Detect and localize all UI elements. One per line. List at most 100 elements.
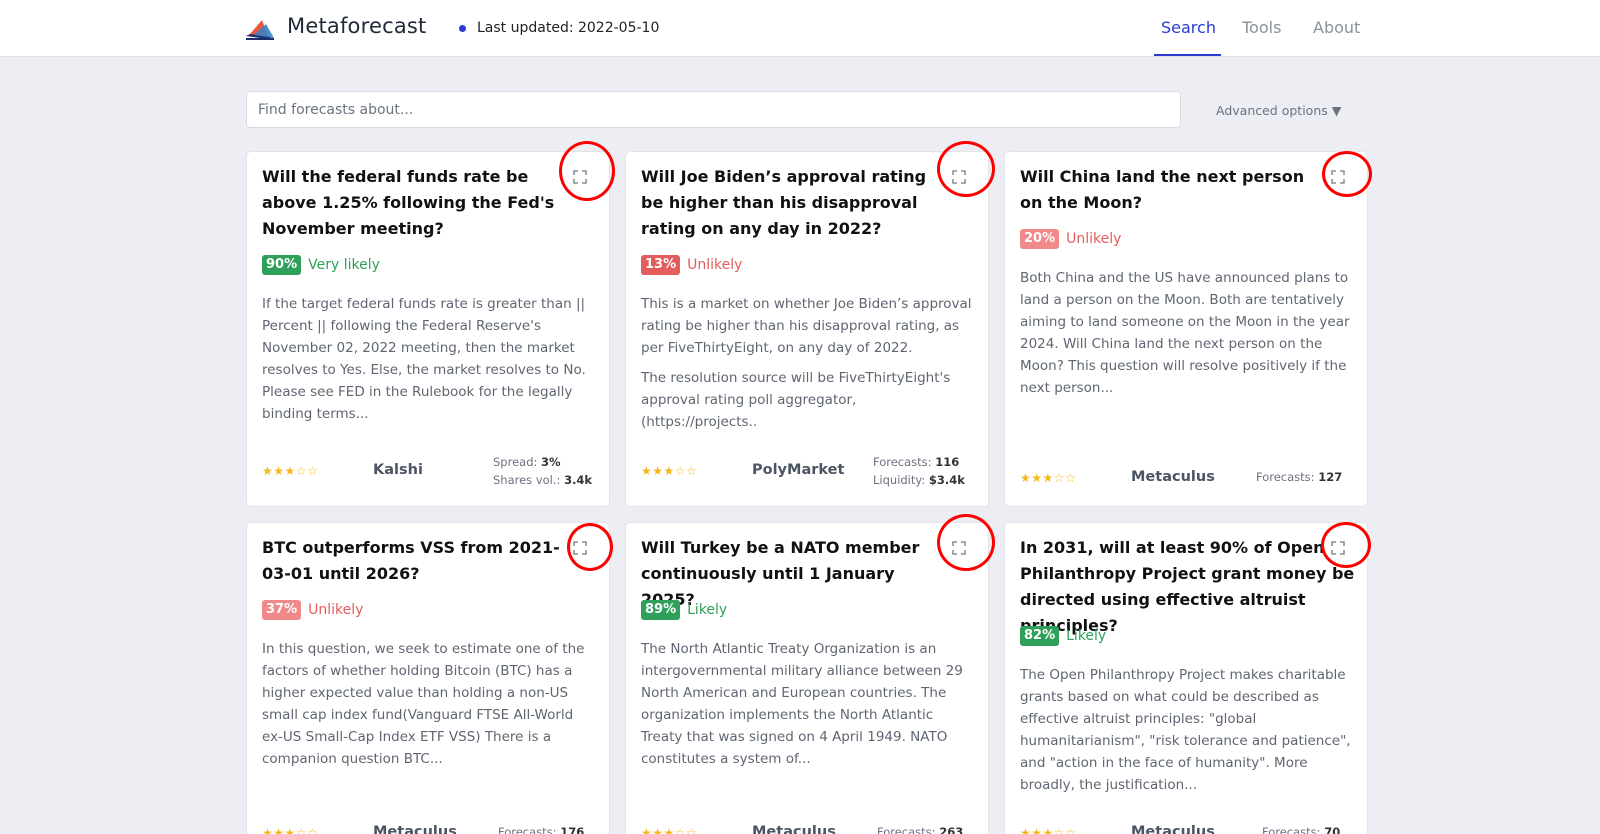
probability-badge: 89% — [641, 600, 681, 620]
stat-value: 70 — [1324, 825, 1341, 834]
search-input[interactable] — [246, 91, 1181, 128]
description-paragraph: If the target federal funds rate is grea… — [262, 296, 586, 422]
nav-tools[interactable]: Tools — [1242, 18, 1281, 37]
forecast-title[interactable]: In 2031, will at least 90% of Open Phila… — [1020, 535, 1360, 639]
status-dot — [459, 25, 466, 32]
stat-line: Liquidity: $3.4k — [873, 471, 965, 489]
likelihood-label: Likely — [1066, 628, 1107, 644]
last-updated-text: Last updated: 2022-05-10 — [477, 20, 660, 36]
probability-badge: 13% — [641, 255, 681, 275]
advanced-options-toggle[interactable]: Advanced options ▼ — [1216, 103, 1341, 118]
stat-label: Forecasts: — [1262, 825, 1325, 834]
expand-icon[interactable] — [952, 170, 966, 184]
forecast-description: The Open Philanthropy Project makes char… — [1020, 664, 1354, 796]
likelihood-label: Unlikely — [308, 602, 364, 618]
probability-badge: 20% — [1020, 229, 1060, 249]
description-paragraph: In this question, we seek to estimate on… — [262, 641, 585, 767]
quality-stars: ★★★☆☆ — [262, 464, 319, 478]
forecast-card[interactable]: Will the federal funds rate be above 1.2… — [246, 151, 610, 507]
metaforecast-logo-icon[interactable] — [244, 16, 276, 42]
expand-icon[interactable] — [573, 170, 587, 184]
stat-label: Shares vol.: — [493, 473, 565, 487]
description-paragraph: Both China and the US have announced pla… — [1020, 270, 1350, 396]
active-nav-indicator — [1154, 54, 1221, 56]
forecast-stats: Forecasts: 116 Liquidity: $3.4k — [873, 453, 965, 489]
forecast-card[interactable]: In 2031, will at least 90% of Open Phila… — [1004, 522, 1368, 834]
platform-name[interactable]: Metaculus — [373, 824, 457, 834]
forecast-card[interactable]: Will China land the next person on the M… — [1004, 151, 1368, 507]
forecast-description: This is a market on whether Joe Biden’s … — [641, 293, 975, 433]
forecast-stats: Forecasts: 176 — [498, 823, 584, 834]
probability-row: 20% Unlikely — [1020, 229, 1121, 249]
platform-name[interactable]: Kalshi — [373, 462, 423, 478]
expand-icon[interactable] — [573, 541, 587, 555]
stat-label: Forecasts: — [877, 825, 940, 834]
likelihood-label: Very likely — [308, 257, 380, 273]
forecast-description: Both China and the US have announced pla… — [1020, 267, 1354, 399]
description-paragraph: The North Atlantic Treaty Organization i… — [641, 641, 963, 767]
forecast-stats: Forecasts: 263 — [877, 823, 963, 834]
quality-stars: ★★★☆☆ — [1020, 471, 1077, 485]
quality-stars: ★★★☆☆ — [262, 826, 319, 834]
expand-icon[interactable] — [1331, 541, 1345, 555]
forecast-stats: Forecasts: 127 — [1256, 468, 1342, 486]
top-navbar: Metaforecast Last updated: 2022-05-10 Se… — [0, 0, 1600, 57]
likelihood-label: Unlikely — [1066, 231, 1122, 247]
nav-about[interactable]: About — [1313, 18, 1360, 37]
stat-label: Spread: — [493, 455, 542, 469]
forecast-title[interactable]: BTC outperforms VSS from 2021-03-01 unti… — [262, 535, 562, 587]
platform-name[interactable]: PolyMarket — [752, 462, 844, 478]
probability-row: 82% Likely — [1020, 626, 1106, 646]
forecast-description: If the target federal funds rate is grea… — [262, 293, 596, 425]
stat-value: 127 — [1318, 470, 1343, 484]
platform-name[interactable]: Metaculus — [1131, 469, 1215, 485]
forecast-title[interactable]: Will China land the next person on the M… — [1020, 164, 1320, 216]
forecast-stats: Spread: 3% Shares vol.: 3.4k — [493, 453, 592, 489]
probability-badge: 82% — [1020, 626, 1060, 646]
stat-line: Shares vol.: 3.4k — [493, 471, 592, 489]
probability-badge: 90% — [262, 255, 302, 275]
forecast-description: The North Atlantic Treaty Organization i… — [641, 638, 975, 770]
probability-row: 37% Unlikely — [262, 600, 363, 620]
quality-stars: ★★★☆☆ — [1020, 826, 1077, 834]
stat-label: Forecasts: — [498, 825, 561, 834]
stat-value: 176 — [560, 825, 585, 834]
stat-value: $3.4k — [928, 473, 965, 487]
probability-row: 90% Very likely — [262, 255, 380, 275]
forecast-card[interactable]: Will Turkey be a NATO member continuousl… — [625, 522, 989, 834]
expand-icon[interactable] — [952, 541, 966, 555]
likelihood-label: Likely — [687, 602, 728, 618]
description-paragraph: This is a market on whether Joe Biden’s … — [641, 296, 972, 356]
stat-line: Forecasts: 263 — [877, 823, 963, 834]
stat-value: 3% — [541, 455, 561, 469]
brand-name[interactable]: Metaforecast — [287, 14, 426, 38]
forecast-card[interactable]: BTC outperforms VSS from 2021-03-01 unti… — [246, 522, 610, 834]
probability-badge: 37% — [262, 600, 302, 620]
probability-row: 13% Unlikely — [641, 255, 742, 275]
stat-line: Forecasts: 116 — [873, 453, 965, 471]
stat-line: Spread: 3% — [493, 453, 592, 471]
forecast-title[interactable]: Will Joe Biden’s approval rating be high… — [641, 164, 941, 242]
forecast-card[interactable]: Will Joe Biden’s approval rating be high… — [625, 151, 989, 507]
platform-name[interactable]: Metaculus — [752, 824, 836, 834]
stat-value: 3.4k — [564, 473, 593, 487]
forecast-title[interactable]: Will the federal funds rate be above 1.2… — [262, 164, 562, 242]
quality-stars: ★★★☆☆ — [641, 464, 698, 478]
quality-stars: ★★★☆☆ — [641, 826, 698, 834]
stat-line: Forecasts: 127 — [1256, 468, 1342, 486]
stat-value: 263 — [939, 825, 964, 834]
stat-label: Forecasts: — [873, 455, 936, 469]
description-paragraph: The resolution source will be FiveThirty… — [641, 370, 951, 430]
nav-search[interactable]: Search — [1161, 18, 1216, 37]
stat-line: Forecasts: 176 — [498, 823, 584, 834]
probability-row: 89% Likely — [641, 600, 727, 620]
stat-label: Liquidity: — [873, 473, 929, 487]
likelihood-label: Unlikely — [687, 257, 743, 273]
forecast-description: In this question, we seek to estimate on… — [262, 638, 596, 770]
description-paragraph: The Open Philanthropy Project makes char… — [1020, 667, 1351, 793]
platform-name[interactable]: Metaculus — [1131, 824, 1215, 834]
stat-value: 116 — [935, 455, 960, 469]
stat-label: Forecasts: — [1256, 470, 1319, 484]
stat-line: Forecasts: 70 — [1262, 823, 1340, 834]
expand-icon[interactable] — [1331, 170, 1345, 184]
